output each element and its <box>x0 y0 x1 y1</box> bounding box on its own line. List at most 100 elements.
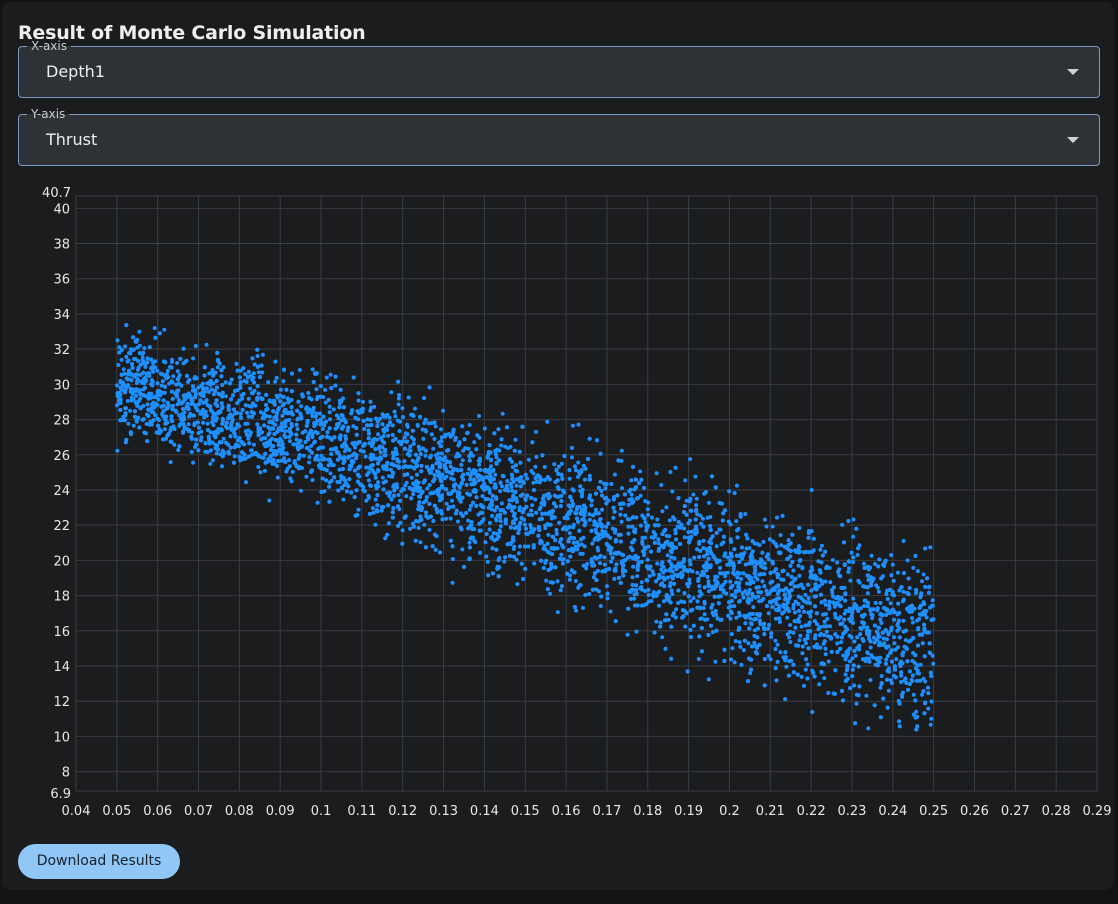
data-point <box>694 503 699 508</box>
data-point <box>525 476 530 481</box>
data-point <box>835 560 840 565</box>
data-point <box>423 417 428 422</box>
data-point <box>223 394 228 399</box>
data-point <box>380 475 385 480</box>
data-point <box>892 641 897 646</box>
data-point <box>489 507 494 512</box>
data-point <box>775 584 780 589</box>
data-point <box>373 475 378 480</box>
data-point <box>822 639 827 644</box>
data-point <box>400 406 405 411</box>
data-point <box>250 391 255 396</box>
data-point <box>390 510 395 515</box>
data-point <box>432 420 437 425</box>
y-axis-select[interactable]: Y-axis Thrust <box>18 107 1100 166</box>
data-point <box>427 385 432 390</box>
data-point <box>878 715 883 720</box>
data-point <box>534 510 539 515</box>
x-axis-select[interactable]: X-axis Depth1 <box>18 39 1100 98</box>
data-point <box>307 455 312 460</box>
data-point <box>915 569 920 574</box>
data-point <box>306 391 311 395</box>
data-point <box>142 346 147 351</box>
data-point <box>895 570 900 575</box>
data-point <box>732 660 737 665</box>
data-point <box>255 365 260 369</box>
data-point <box>739 577 744 581</box>
data-point <box>682 526 687 531</box>
data-point <box>922 654 927 659</box>
data-point <box>207 404 212 409</box>
data-point <box>759 559 764 563</box>
data-point <box>402 459 407 464</box>
data-point <box>698 513 703 518</box>
data-point <box>141 350 146 355</box>
data-point <box>594 556 599 561</box>
data-point <box>505 479 510 483</box>
data-point <box>900 651 905 656</box>
data-point <box>803 667 808 672</box>
data-point <box>639 603 644 608</box>
data-point <box>234 361 239 366</box>
data-point <box>146 414 151 418</box>
data-point <box>705 515 710 520</box>
data-point <box>400 528 405 533</box>
data-point <box>924 609 929 613</box>
data-point <box>297 378 302 383</box>
data-point <box>194 442 199 447</box>
data-point <box>630 582 635 587</box>
data-point <box>502 559 507 564</box>
data-point <box>438 550 442 555</box>
data-point <box>823 549 828 554</box>
data-point <box>259 363 264 368</box>
data-point <box>842 540 847 545</box>
data-point <box>320 476 325 481</box>
data-point <box>804 657 809 662</box>
data-point <box>501 474 506 479</box>
data-point <box>417 486 422 490</box>
data-point <box>136 365 141 370</box>
data-point <box>567 525 572 530</box>
data-point <box>315 500 320 505</box>
data-point <box>366 478 371 483</box>
data-point <box>773 616 778 621</box>
data-point <box>926 706 931 711</box>
data-point <box>160 379 165 384</box>
data-point <box>847 566 851 571</box>
data-point <box>789 574 794 579</box>
data-point <box>843 591 848 596</box>
data-point <box>892 617 897 622</box>
data-point <box>125 399 130 403</box>
data-point <box>534 429 538 434</box>
data-point <box>557 556 562 561</box>
data-point <box>753 575 758 579</box>
data-point <box>876 589 881 594</box>
data-point <box>582 477 587 482</box>
data-point <box>737 640 742 645</box>
data-point <box>424 510 428 515</box>
data-point <box>710 534 715 539</box>
data-point <box>738 552 743 557</box>
chevron-down-icon[interactable] <box>1067 69 1079 75</box>
chevron-down-icon[interactable] <box>1067 137 1079 143</box>
data-point <box>413 452 418 457</box>
data-point <box>604 501 609 506</box>
data-point <box>638 586 643 591</box>
data-point <box>713 659 718 664</box>
data-point <box>432 532 437 537</box>
data-point <box>163 384 167 389</box>
data-point <box>745 536 750 541</box>
data-point <box>325 430 330 435</box>
data-point <box>658 624 663 629</box>
data-point <box>679 599 684 604</box>
data-point <box>392 463 396 468</box>
data-point <box>310 450 314 455</box>
data-point <box>865 650 870 655</box>
data-point <box>240 455 245 460</box>
data-point <box>490 503 495 507</box>
data-point <box>657 589 662 594</box>
data-point <box>608 548 613 553</box>
data-point <box>118 397 123 402</box>
data-point <box>660 635 665 640</box>
data-point <box>524 526 528 531</box>
